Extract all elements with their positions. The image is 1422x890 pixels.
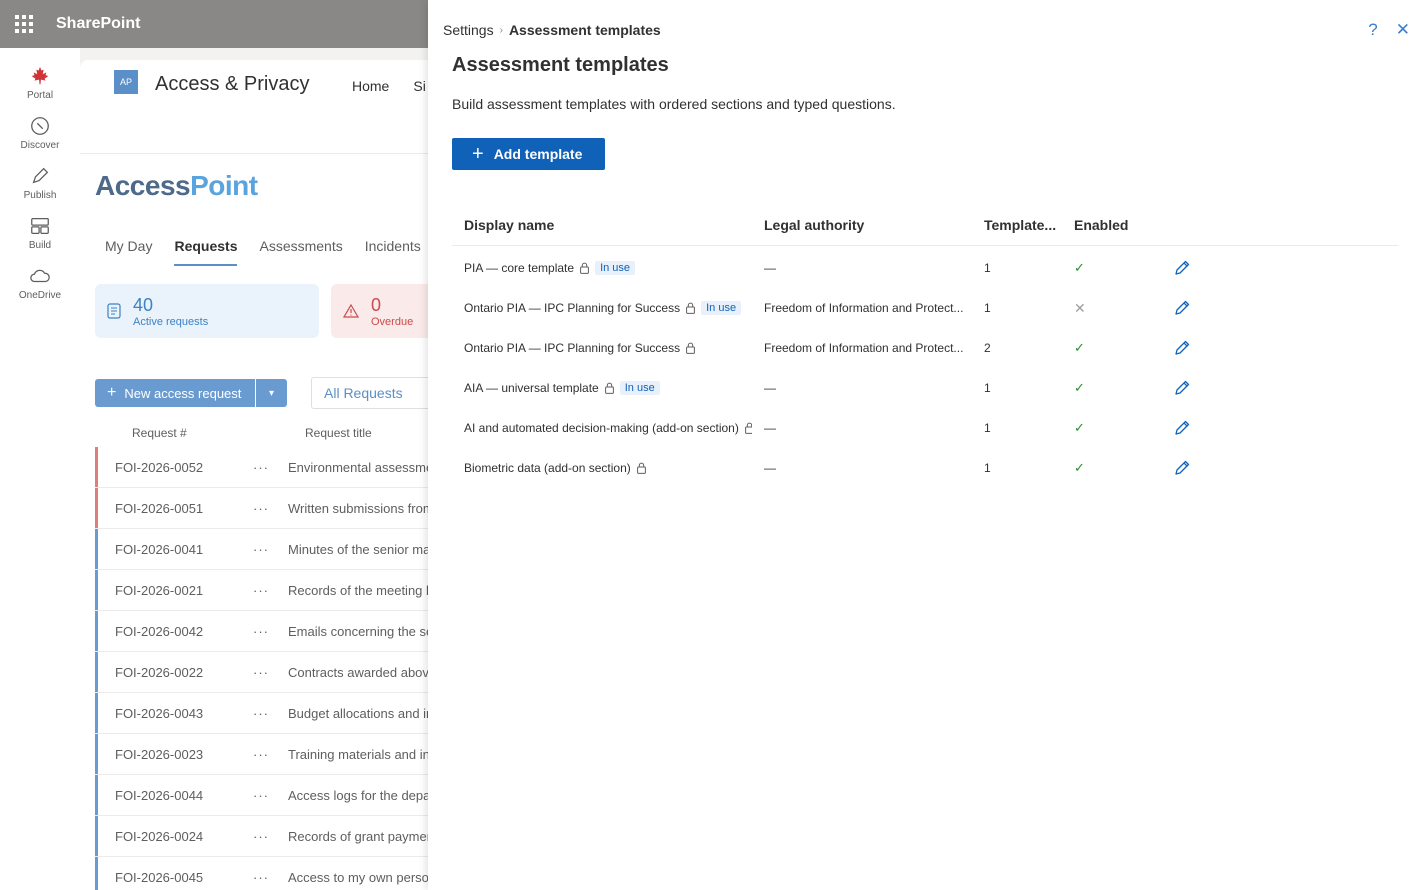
breadcrumb-current: Assessment templates: [508, 22, 661, 38]
template-name-cell: Biometric data (add-on section): [452, 461, 752, 475]
template-name-cell: AI and automated decision-making (add-on…: [452, 421, 752, 435]
checkmark-icon: ✓: [1074, 460, 1085, 475]
table-row[interactable]: Ontario PIA — IPC Planning for Success In…: [452, 288, 1398, 328]
lock-icon: [580, 262, 589, 274]
template-name[interactable]: AIA — universal template: [464, 381, 599, 395]
lock-icon: [744, 422, 752, 434]
table-header: Display name Legal authority Template...…: [452, 204, 1398, 246]
legal-authority-cell: —: [764, 421, 776, 435]
templates-table: Display name Legal authority Template...…: [452, 204, 1398, 488]
plus-icon: +: [472, 143, 484, 165]
legal-authority-cell: —: [764, 261, 776, 275]
enabled-cell: ✕: [1062, 300, 1152, 317]
template-version-cell: 1: [984, 461, 991, 475]
template-version-cell: 2: [984, 341, 991, 355]
edit-icon[interactable]: [1173, 379, 1191, 397]
edit-icon[interactable]: [1173, 419, 1191, 437]
template-name[interactable]: Ontario PIA — IPC Planning for Success: [464, 301, 680, 315]
enabled-cell: ✓: [1062, 260, 1152, 276]
legal-authority-cell: —: [764, 381, 776, 395]
enabled-cell: ✓: [1062, 340, 1152, 356]
checkmark-icon: ✓: [1074, 340, 1085, 355]
checkmark-icon: ✓: [1074, 420, 1085, 435]
legal-authority-cell: Freedom of Information and Protect...: [764, 301, 964, 315]
template-version-cell: 1: [984, 301, 991, 315]
page-title: Assessment templates: [452, 54, 669, 76]
table-row[interactable]: AI and automated decision-making (add-on…: [452, 408, 1398, 448]
table-row[interactable]: AIA — universal template In use — 1 ✓: [452, 368, 1398, 408]
template-version-cell: 1: [984, 381, 991, 395]
table-row[interactable]: Biometric data (add-on section) — 1 ✓: [452, 448, 1398, 488]
column-header-legal-authority[interactable]: Legal authority: [752, 217, 972, 233]
in-use-badge: In use: [619, 381, 660, 395]
template-name[interactable]: AI and automated decision-making (add-on…: [464, 421, 739, 435]
template-name[interactable]: Biometric data (add-on section): [464, 461, 631, 475]
checkmark-icon: ✓: [1074, 260, 1085, 275]
column-header-template-version[interactable]: Template...: [972, 217, 1062, 233]
panel-actions: ? ✕: [1368, 20, 1410, 40]
template-name-cell: Ontario PIA — IPC Planning for Success In…: [452, 301, 752, 315]
panel-backdrop[interactable]: [0, 0, 428, 890]
legal-authority-cell: Freedom of Information and Protect...: [764, 341, 964, 355]
column-header-display-name[interactable]: Display name: [452, 217, 752, 233]
template-name-cell: AIA — universal template In use: [452, 381, 752, 395]
add-template-label: Add template: [493, 146, 583, 162]
in-use-badge: In use: [701, 301, 742, 315]
lock-icon: [636, 462, 646, 474]
template-name[interactable]: Ontario PIA — IPC Planning for Success: [464, 341, 680, 355]
add-template-button[interactable]: + Add template: [452, 138, 605, 170]
lock-icon: [604, 382, 614, 394]
close-icon[interactable]: ✕: [1396, 20, 1410, 40]
chevron-right-icon: ›: [499, 24, 503, 36]
enabled-cell: ✓: [1062, 380, 1152, 396]
enabled-cell: ✓: [1062, 420, 1152, 436]
enabled-cell: ✓: [1062, 460, 1152, 476]
lock-icon: [686, 342, 696, 354]
table-row[interactable]: PIA — core template In use — 1 ✓: [452, 248, 1398, 288]
breadcrumb-settings[interactable]: Settings: [443, 22, 494, 38]
breadcrumb: Settings › Assessment templates: [443, 22, 661, 38]
table-row[interactable]: Ontario PIA — IPC Planning for Success Fr…: [452, 328, 1398, 368]
help-icon[interactable]: ?: [1368, 20, 1377, 40]
legal-authority-cell: —: [764, 461, 776, 475]
lock-icon: [686, 302, 696, 314]
settings-panel: Settings › Assessment templates ? ✕ Asse…: [428, 0, 1422, 890]
table-body: PIA — core template In use —1 ✓ Ontario PIA …: [452, 246, 1398, 488]
column-header-enabled[interactable]: Enabled: [1062, 217, 1152, 233]
page-description: Build assessment templates with ordered …: [452, 96, 896, 112]
checkmark-icon: ✓: [1074, 380, 1085, 395]
edit-icon[interactable]: [1173, 259, 1191, 277]
edit-icon[interactable]: [1173, 459, 1191, 477]
template-version-cell: 1: [984, 421, 991, 435]
edit-icon[interactable]: [1173, 299, 1191, 317]
edit-icon[interactable]: [1173, 339, 1191, 357]
cross-icon: ✕: [1074, 299, 1086, 316]
template-name-cell: PIA — core template In use: [452, 261, 752, 275]
template-name-cell: Ontario PIA — IPC Planning for Success: [452, 341, 752, 355]
in-use-badge: In use: [595, 261, 636, 275]
template-version-cell: 1: [984, 261, 991, 275]
template-name[interactable]: PIA — core template: [464, 261, 574, 275]
